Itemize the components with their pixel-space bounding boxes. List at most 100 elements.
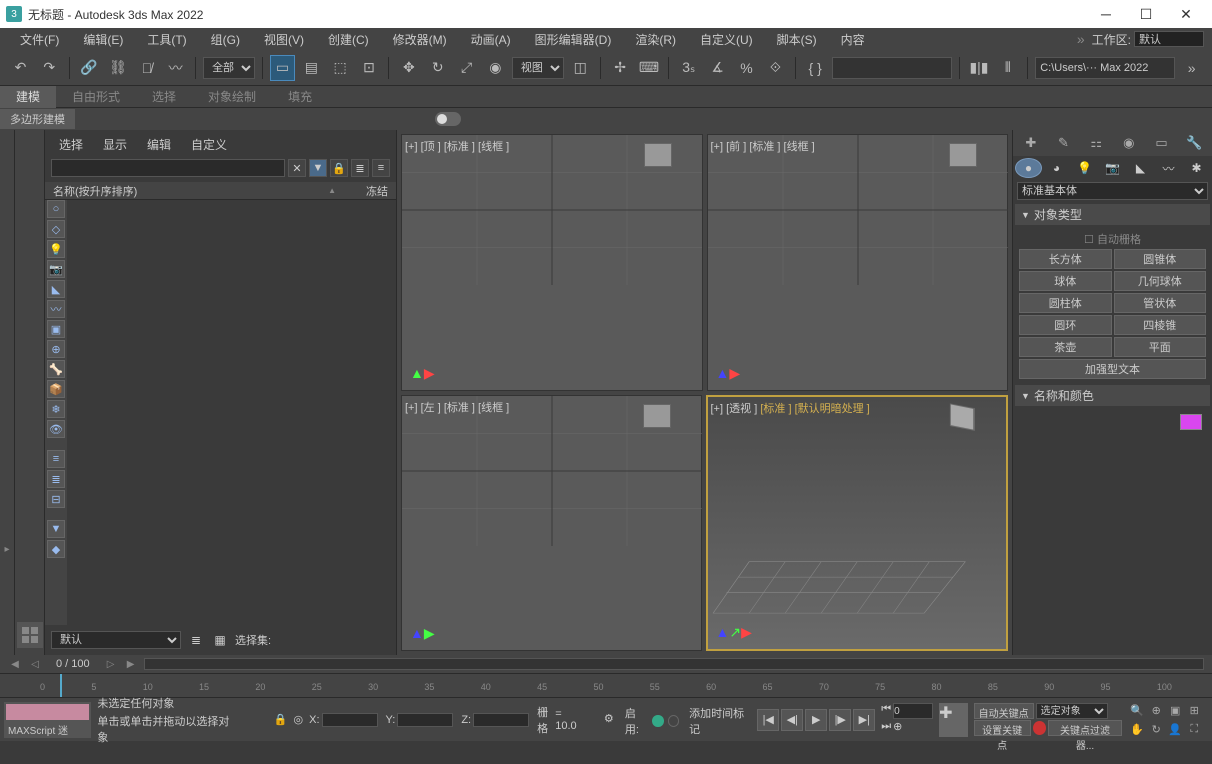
create-plane-button[interactable]: 平面: [1114, 337, 1207, 357]
object-category-select[interactable]: 标准基本体: [1017, 182, 1208, 200]
scene-tab-select[interactable]: 选择: [51, 134, 91, 155]
ribbon-tab-freeform[interactable]: 自由形式: [56, 86, 136, 108]
time-prev2-button[interactable]: ◁: [28, 657, 42, 671]
ribbon-tab-select[interactable]: 选择: [136, 86, 192, 108]
undo-button[interactable]: ↶: [8, 55, 33, 81]
manipulate-button[interactable]: ✢: [608, 55, 633, 81]
zoom-all-tool[interactable]: ⊕: [1147, 701, 1165, 719]
orbit-tool[interactable]: ↻: [1147, 720, 1165, 738]
filter-shape-icon[interactable]: ◇: [47, 220, 65, 238]
autokey-button[interactable]: 自动关键点: [974, 703, 1034, 719]
select-tool[interactable]: ▭: [270, 55, 295, 81]
mirror-button[interactable]: ▮|▮: [967, 55, 992, 81]
ribbon-tab-fill[interactable]: 填充: [272, 86, 328, 108]
material-preview[interactable]: [4, 702, 91, 722]
time-config-button[interactable]: ⊕: [893, 720, 902, 736]
filter-frozen-icon[interactable]: ❄: [47, 400, 65, 418]
filter-camera-icon[interactable]: 📷: [47, 260, 65, 278]
filter-geometry-icon[interactable]: ○: [47, 200, 65, 218]
create-sphere-button[interactable]: 球体: [1019, 271, 1112, 291]
create-cylinder-button[interactable]: 圆柱体: [1019, 293, 1112, 313]
viewport-top[interactable]: [+] [顶 ] [标准 ] [线框 ] ▲▶: [401, 134, 703, 391]
frame-display[interactable]: 0 / 100: [48, 658, 98, 670]
play-button[interactable]: ▶: [805, 709, 827, 731]
menu-modify[interactable]: 修改器(M): [381, 28, 459, 50]
menu-edit[interactable]: 编辑(E): [71, 28, 135, 50]
use-center-button[interactable]: ◫: [568, 55, 593, 81]
rotate-tool[interactable]: ↻: [425, 55, 450, 81]
viewport-front[interactable]: [+] [前 ] [标准 ] [线框 ] ▲▶: [707, 134, 1009, 391]
key-next-button[interactable]: ⏭: [881, 720, 891, 736]
clear-search-button[interactable]: ✕: [288, 159, 306, 177]
maximize-viewport-tool[interactable]: ⛶: [1185, 720, 1203, 738]
key-target-select[interactable]: 选定对象: [1036, 703, 1108, 719]
workspace-selector[interactable]: [1134, 31, 1204, 47]
addmark-label[interactable]: 添加时间标记: [689, 705, 751, 737]
viewcube-front[interactable]: [949, 143, 989, 183]
ribbon-tab-modeling[interactable]: 建模: [0, 86, 56, 108]
all-on-icon[interactable]: ≡: [47, 450, 65, 468]
lock-selection-button[interactable]: 🔒: [274, 713, 288, 726]
snap-toggle-button[interactable]: 3ₛ: [676, 55, 701, 81]
rollout-namecolor[interactable]: ▼名称和颜色: [1015, 385, 1210, 406]
scale-tool[interactable]: ⤢: [454, 55, 479, 81]
filter-extra2-icon[interactable]: ◆: [47, 540, 65, 558]
keyboard-shortcut-button[interactable]: ⌨: [637, 55, 662, 81]
ribbon-tab-objpaint[interactable]: 对象绘制: [192, 86, 272, 108]
create-geosphere-button[interactable]: 几何球体: [1114, 271, 1207, 291]
selection-filter[interactable]: 全部: [203, 57, 255, 79]
filter-hidden-icon[interactable]: 👁: [47, 420, 65, 438]
minimize-button[interactable]: ─: [1086, 0, 1126, 28]
project-path[interactable]: [1035, 57, 1175, 79]
create-textplus-button[interactable]: 加强型文本: [1019, 359, 1206, 379]
invert-icon[interactable]: ⊟: [47, 490, 65, 508]
link-button[interactable]: 🔗: [77, 55, 102, 81]
filter-container-icon[interactable]: 📦: [47, 380, 65, 398]
viewcube-top[interactable]: [644, 143, 684, 183]
enable-indicator[interactable]: [652, 715, 663, 727]
menu-file[interactable]: 文件(F): [8, 28, 71, 50]
viewport-left[interactable]: [+] [左 ] [标准 ] [线框 ] ▲▶: [401, 395, 702, 652]
zoom-extents-all-tool[interactable]: ⊞: [1185, 701, 1203, 719]
named-selset-button[interactable]: { }: [803, 55, 828, 81]
create-torus-button[interactable]: 圆环: [1019, 315, 1112, 335]
coord-z-input[interactable]: [473, 713, 529, 727]
enable-indicator2[interactable]: [668, 715, 679, 727]
spinner-snap-button[interactable]: ⟐: [763, 55, 788, 81]
autogrid-checkbox[interactable]: ☐ 自动栅格: [1019, 229, 1206, 249]
ref-coord-system[interactable]: 视图: [512, 57, 564, 79]
create-system-tab[interactable]: ✱: [1183, 158, 1210, 178]
isolate-button[interactable]: ◎: [294, 713, 304, 726]
sidebar-expand-icon[interactable]: ▸: [0, 544, 14, 555]
place-tool[interactable]: ◉: [483, 55, 508, 81]
coord-y-input[interactable]: [397, 713, 453, 727]
create-geometry-tab[interactable]: ●: [1015, 158, 1042, 178]
create-teapot-button[interactable]: 茶壶: [1019, 337, 1112, 357]
coord-x-input[interactable]: [322, 713, 378, 727]
goto-start-button[interactable]: |◀: [757, 709, 779, 731]
setkey-large-button[interactable]: ✚: [939, 703, 968, 737]
cmd-tab-modify[interactable]: ✎: [1048, 133, 1080, 153]
timeline-ruler[interactable]: 0510152025303540455055606570758085909510…: [0, 673, 1212, 697]
script-listener-button[interactable]: ⚙: [604, 712, 621, 730]
menu-custom[interactable]: 自定义(U): [688, 28, 765, 50]
filter-xref-icon[interactable]: ⊕: [47, 340, 65, 358]
create-light-tab[interactable]: 💡: [1071, 158, 1098, 178]
filter-light-icon[interactable]: 💡: [47, 240, 65, 258]
scene-list[interactable]: [67, 200, 396, 625]
menu-script[interactable]: 脚本(S): [765, 28, 829, 50]
menu-create[interactable]: 创建(C): [316, 28, 381, 50]
angle-snap-button[interactable]: ∡: [705, 55, 730, 81]
current-frame-input[interactable]: [893, 703, 933, 719]
list-toggle2-button[interactable]: ≡: [372, 159, 390, 177]
select-rect-button[interactable]: ⬚: [328, 55, 353, 81]
window-crossing-button[interactable]: ⊡: [357, 55, 382, 81]
filter-bone-icon[interactable]: 🦴: [47, 360, 65, 378]
scene-tab-display[interactable]: 显示: [95, 134, 135, 155]
ribbon-sub-polymodel[interactable]: 多边形建模: [0, 109, 75, 129]
column-name-header[interactable]: 名称(按升序排序): [53, 183, 328, 199]
bind-space-button[interactable]: ⛓̸: [134, 55, 159, 81]
ribbon-toggle[interactable]: [435, 112, 461, 126]
unlink-button[interactable]: ⛓: [106, 55, 131, 81]
time-prev-button[interactable]: ◀: [8, 657, 22, 671]
